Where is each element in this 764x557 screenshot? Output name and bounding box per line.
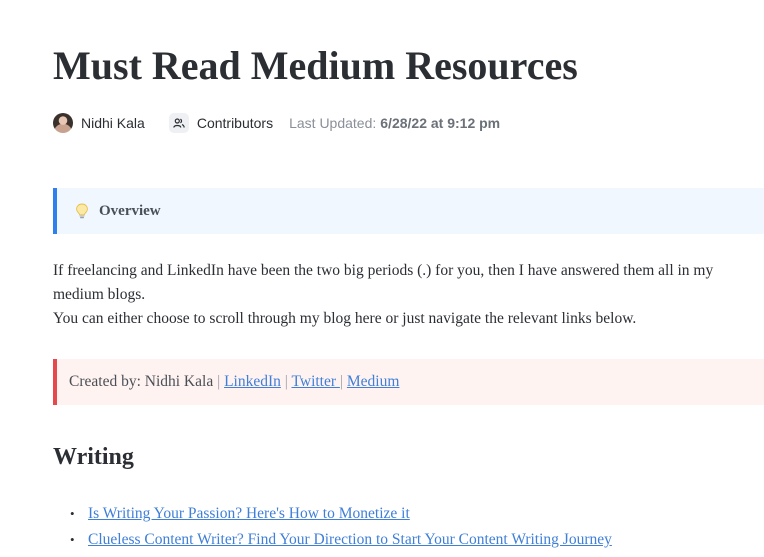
last-updated-value: 6/28/22 at 9:12 pm: [380, 115, 501, 131]
created-by-line: Created by: Nidhi Kala | LinkedIn | Twit…: [69, 373, 399, 391]
bullet-icon: •: [70, 506, 75, 521]
twitter-link[interactable]: Twitter: [291, 373, 339, 390]
author-avatar[interactable]: [53, 113, 73, 133]
page-title: Must Read Medium Resources: [53, 43, 578, 88]
list-item: • Clueless Content Writer? Find Your Dir…: [70, 531, 612, 557]
overview-label: Overview: [99, 202, 161, 219]
article-link-1[interactable]: Is Writing Your Passion? Here's How to M…: [88, 505, 410, 523]
contributors-icon[interactable]: [168, 113, 189, 133]
bullet-icon: •: [70, 532, 75, 547]
medium-link[interactable]: Medium: [347, 373, 400, 390]
created-by-prefix: Created by: Nidhi Kala: [69, 373, 214, 390]
intro-line-1: If freelancing and LinkedIn have been th…: [53, 262, 714, 303]
list-item: • Is Writing Your Passion? Here's How to…: [70, 505, 612, 531]
writing-heading: Writing: [53, 444, 134, 470]
intro-line-2: You can either choose to scroll through …: [53, 310, 637, 327]
article-link-2[interactable]: Clueless Content Writer? Find Your Direc…: [88, 531, 612, 549]
author-name[interactable]: Nidhi Kala: [81, 115, 145, 131]
separator: |: [217, 373, 221, 390]
writing-article-list: • Is Writing Your Passion? Here's How to…: [70, 505, 612, 557]
people-icon: [173, 118, 185, 128]
contributors-button[interactable]: Contributors: [197, 115, 273, 131]
overview-callout[interactable]: Overview: [53, 188, 764, 234]
separator: |: [339, 373, 344, 390]
lightbulb-icon: [75, 203, 89, 219]
intro-paragraph: If freelancing and LinkedIn have been th…: [53, 259, 753, 331]
last-updated-label: Last Updated:: [289, 115, 377, 131]
separator: |: [284, 373, 288, 390]
doc-meta-bar: Nidhi Kala Contributors Last Updated: 6/…: [53, 112, 500, 134]
created-by-callout: Created by: Nidhi Kala | LinkedIn | Twit…: [53, 359, 764, 405]
document-page: Must Read Medium Resources Nidhi Kala Co…: [0, 0, 764, 548]
linkedin-link[interactable]: LinkedIn: [224, 373, 281, 390]
